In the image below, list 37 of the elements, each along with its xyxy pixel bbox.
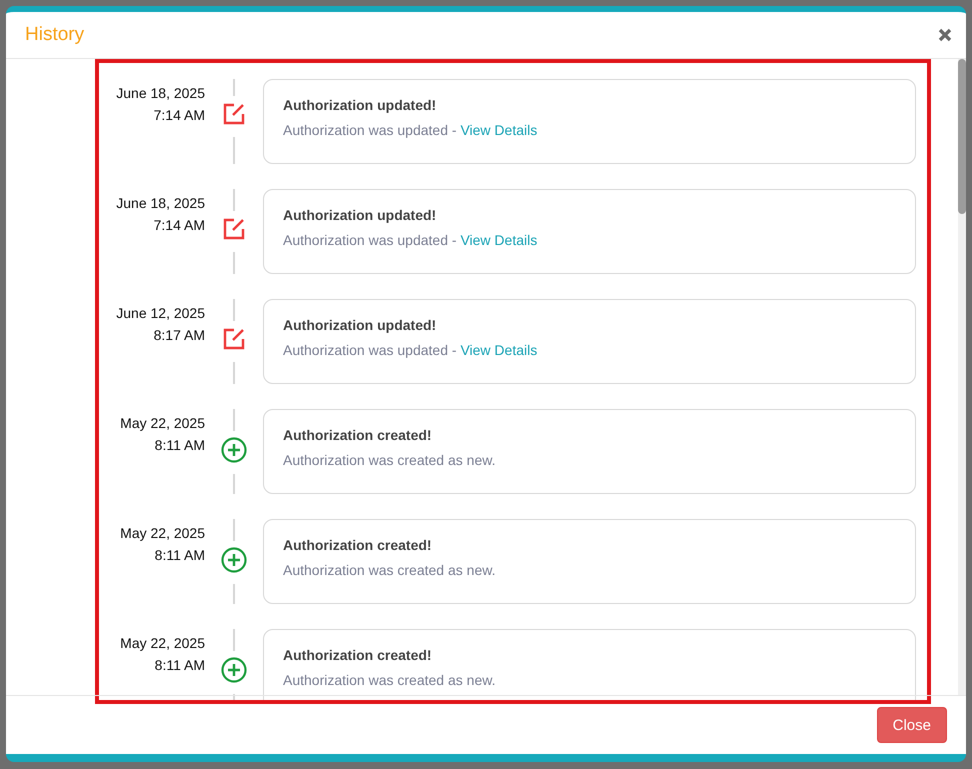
dialog-title: History [25,24,84,46]
view-details-link[interactable]: View Details [460,342,538,358]
close-button[interactable]: Close [876,707,947,743]
entry-date: May 22, 2025 [120,524,205,543]
entry-description: Authorization was updated - View Details [283,342,538,358]
plus-circle-icon [221,547,247,573]
entry-title: Authorization updated! [283,97,438,113]
entry-description: Authorization was created as new. [283,562,496,578]
entry-description: Authorization was updated - View Details [283,122,538,138]
entry-time: 8:11 AM [154,546,205,565]
scrollbar[interactable] [958,59,966,696]
entry-title: Authorization updated! [283,207,438,223]
close-icon[interactable] [938,28,952,42]
entry-description: Authorization was created as new. [283,452,496,468]
entry-description: Authorization was updated - View Details [283,232,538,248]
entry-time: 7:14 AM [154,216,205,235]
entry-date: June 18, 2025 [116,194,205,213]
edit-icon [222,217,246,241]
entry-date: May 22, 2025 [120,414,205,433]
edit-icon [222,327,246,351]
entry-time: 8:11 AM [154,656,205,675]
entry-date: May 22, 2025 [120,634,205,653]
plus-circle-icon [221,657,247,683]
plus-circle-icon [221,437,247,463]
entry-date: June 12, 2025 [116,304,205,323]
entry-description: Authorization was created as new. [283,672,496,688]
entry-time: 7:14 AM [154,106,205,125]
entry-title: Authorization created! [283,427,433,443]
entry-title: Authorization created! [283,537,433,553]
entry-time: 8:11 AM [154,436,205,455]
entry-title: Authorization created! [283,647,433,663]
edit-icon [222,102,246,126]
view-details-link[interactable]: View Details [460,122,538,138]
entry-title: Authorization updated! [283,317,438,333]
view-details-link[interactable]: View Details [460,232,538,248]
entry-time: 8:17 AM [154,326,205,345]
entry-date: June 18, 2025 [116,84,205,103]
